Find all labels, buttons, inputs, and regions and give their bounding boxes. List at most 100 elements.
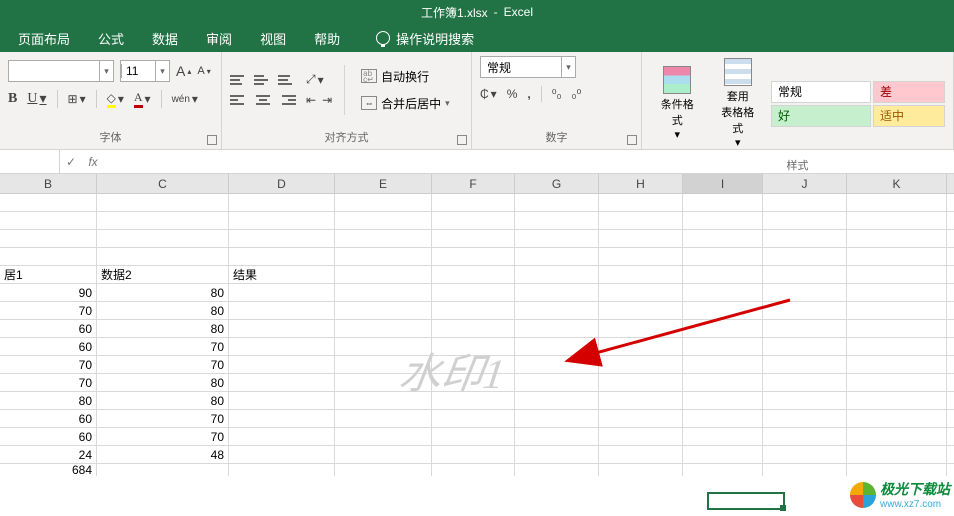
data-row[interactable]: 2448 [0,446,954,464]
column-header-E[interactable]: E [335,174,432,193]
column-header-C[interactable]: C [97,174,229,193]
site-logo: 极光下载站 www.xz7.com [850,479,950,510]
style-normal[interactable]: 常规 [771,81,871,103]
percent-button[interactable]: % [507,87,518,101]
increase-decimal-button[interactable]: ⁰₀ [552,87,562,101]
tab-page-layout[interactable]: 页面布局 [4,24,84,52]
ribbon-tabs: 页面布局 公式 数据 审阅 视图 帮助 操作说明搜索 [0,24,954,52]
title-bar: 工作簿1.xlsx - Excel [0,0,954,24]
font-name-select[interactable]: ▾ [8,60,114,82]
logo-icon [850,482,876,508]
inc-indent-icon: ⇥ [322,93,332,107]
group-label-number: 数字 [472,127,641,149]
phonetic-button[interactable]: wén▾ [172,92,198,106]
align-bottom-button[interactable] [278,73,296,87]
style-good[interactable]: 好 [771,105,871,127]
data-row[interactable]: 6070 [0,338,954,356]
orientation-icon: ⤢ [306,72,316,87]
column-header-G[interactable]: G [515,174,599,193]
border-button[interactable]: ⊞▾ [68,92,86,106]
align-top-button[interactable] [230,73,248,87]
dialog-launcher-icon[interactable] [207,135,217,145]
align-middle-button[interactable] [254,73,272,87]
chevron-down-icon: ▾ [561,57,575,77]
dec-indent-icon: ⇤ [306,93,316,107]
row[interactable] [0,230,954,248]
row[interactable] [0,194,954,212]
group-alignment: ⤢▾ ⇤ ⇥ abc↵ 自动换行 ⇔ 合并后居中 ▾ 对齐方式 [222,52,472,149]
font-color-button[interactable]: A▾ [134,90,151,108]
border-icon: ⊞ [68,92,78,106]
wrap-text-button[interactable]: abc↵ 自动换行 [357,66,454,87]
style-bad[interactable]: 差 [873,81,945,103]
column-header-F[interactable]: F [432,174,515,193]
logo-url: www.xz7.com [880,499,950,510]
data-row[interactable]: 居1数据2结果 [0,266,954,284]
group-number: 常规 ▾ ₵▾ % , ⁰₀ ₀⁰ 数字 [472,52,642,149]
data-row[interactable]: 9080 [0,284,954,302]
row[interactable] [0,212,954,230]
conditional-format-button[interactable]: 条件格式▾ [650,64,705,143]
fill-color-button[interactable]: ◇▾ [107,91,124,108]
tell-me-label: 操作说明搜索 [396,29,474,48]
data-row[interactable]: 7080 [0,302,954,320]
tell-me-search[interactable]: 操作说明搜索 [362,24,488,52]
merge-icon: ⇔ [361,96,377,110]
group-label-alignment: 对齐方式 [222,127,471,149]
align-right-button[interactable] [278,93,296,107]
fx-button[interactable]: fx [82,155,104,169]
cell-selection [707,492,785,510]
font-size-select[interactable]: 11 ▾ [120,60,170,82]
bucket-icon: ◇ [107,91,116,108]
chevron-down-icon: ▾ [99,61,113,81]
comma-button[interactable]: , [527,87,530,101]
orientation-button[interactable]: ⤢▾ [306,72,332,87]
chevron-down-icon: ▾ [155,61,169,81]
name-box[interactable] [0,150,60,173]
dialog-launcher-icon[interactable] [457,135,467,145]
group-label-styles: 样式 [642,155,953,177]
data-row[interactable]: 8080 [0,392,954,410]
align-center-button[interactable] [254,93,272,107]
table-format-icon [724,58,752,86]
logo-name: 极光下载站 [880,479,950,499]
decrease-font-button[interactable]: A▾ [197,65,210,77]
group-font: ▾ 11 ▾ A▴ A▾ B U▾ ⊞▾ ◇▾ A▾ wén▾ [0,52,222,149]
tab-data[interactable]: 数据 [138,24,192,52]
tab-view[interactable]: 视图 [246,24,300,52]
spreadsheet-grid[interactable]: 居1数据2结果908070806080607070707080808060706… [0,194,954,476]
tab-help[interactable]: 帮助 [300,24,354,52]
tab-review[interactable]: 审阅 [192,24,246,52]
title-separator: - [494,5,498,19]
column-header-B[interactable]: B [0,174,97,193]
data-row[interactable]: 6070 [0,410,954,428]
increase-font-button[interactable]: A▴ [176,63,191,79]
bold-button[interactable]: B [8,91,17,107]
underline-button[interactable]: U▾ [27,91,46,108]
data-row[interactable]: 6070 [0,428,954,446]
cell-styles-gallery[interactable]: 常规 差 好 适中 [771,81,945,127]
dialog-launcher-icon[interactable] [627,135,637,145]
row[interactable] [0,248,954,266]
data-row[interactable]: 7070 [0,356,954,374]
increase-indent-button[interactable]: ⇥ [322,93,332,107]
style-neutral[interactable]: 适中 [873,105,945,127]
currency-button[interactable]: ₵▾ [480,87,497,101]
number-format-select[interactable]: 常规 ▾ [480,56,576,78]
data-row[interactable]: 684 [0,464,954,476]
app-name: Excel [504,5,533,19]
column-header-D[interactable]: D [229,174,335,193]
tab-formulas[interactable]: 公式 [84,24,138,52]
wrap-text-icon: abc↵ [361,69,377,83]
decrease-decimal-button[interactable]: ₀⁰ [572,87,582,101]
decrease-indent-button[interactable]: ⇤ [306,93,316,107]
column-headers[interactable]: BCDEFGHIJK [0,174,954,194]
align-left-button[interactable] [230,93,248,107]
data-row[interactable]: 6080 [0,320,954,338]
formula-confirm-button[interactable]: ✓ [60,155,82,169]
data-row[interactable]: 7080 [0,374,954,392]
ribbon: ▾ 11 ▾ A▴ A▾ B U▾ ⊞▾ ◇▾ A▾ wén▾ [0,52,954,150]
group-label-font: 字体 [0,127,221,149]
merge-center-button[interactable]: ⇔ 合并后居中 ▾ [357,93,454,114]
format-as-table-button[interactable]: 套用 表格格式▾ [711,56,766,151]
